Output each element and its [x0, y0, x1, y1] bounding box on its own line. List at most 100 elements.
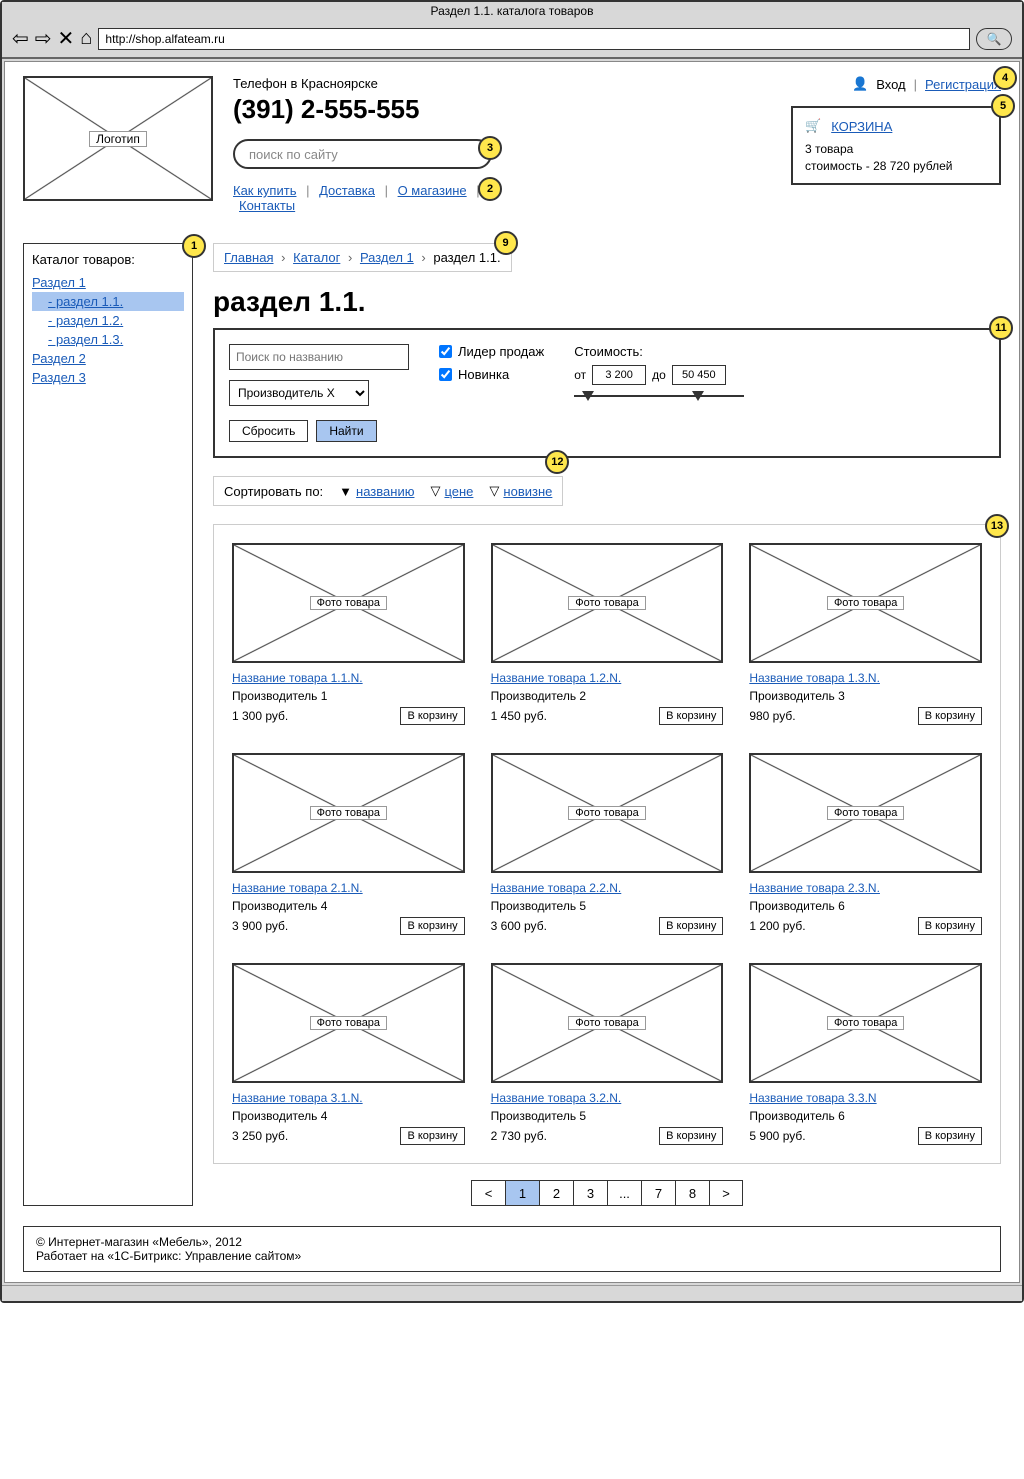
product-card: Фото товараНазвание товара 2.1.N.Произво…: [232, 753, 465, 935]
phone-number: (391) 2-555-555: [233, 94, 492, 125]
sidebar-item[interactable]: Раздел 2: [32, 349, 184, 368]
sidebar-item-link[interactable]: Раздел 3: [32, 370, 86, 385]
sidebar-item[interactable]: - раздел 1.2.: [32, 311, 184, 330]
sidebar-item-link[interactable]: - раздел 1.2.: [48, 313, 123, 328]
nav-divider: |: [914, 77, 917, 92]
product-name-link[interactable]: Название товара 2.3.N.: [749, 881, 982, 895]
product-price: 3 600 руб.: [491, 919, 547, 933]
site-search-input[interactable]: [233, 139, 492, 169]
add-to-cart-button[interactable]: В корзину: [400, 1127, 464, 1145]
sort-bar: Сортировать по: ▼названию ▽цене ▽новизне: [213, 476, 563, 506]
product-name-link[interactable]: Название товара 3.2.N.: [491, 1091, 724, 1105]
breadcrumb-catalog[interactable]: Каталог: [293, 250, 340, 265]
nav-delivery[interactable]: Доставка: [319, 183, 375, 198]
url-input[interactable]: [98, 28, 970, 50]
stop-icon[interactable]: ✕: [58, 26, 75, 51]
product-name-link[interactable]: Название товара 2.1.N.: [232, 881, 465, 895]
nav-how-to-buy[interactable]: Как купить: [233, 183, 296, 198]
filter-name-input[interactable]: [229, 344, 409, 370]
cart-icon: 🛒: [805, 118, 821, 134]
pagination-page[interactable]: 1: [505, 1180, 539, 1206]
add-to-cart-button[interactable]: В корзину: [918, 917, 982, 935]
sidebar-item-link[interactable]: - раздел 1.1.: [48, 294, 123, 309]
pagination-page[interactable]: >: [709, 1180, 743, 1206]
footer: © Интернет-магазин «Мебель», 2012 Работа…: [23, 1226, 1001, 1272]
catalog-sidebar: 1 Каталог товаров: Раздел 1- раздел 1.1.…: [23, 243, 193, 1206]
add-to-cart-button[interactable]: В корзину: [659, 917, 723, 935]
cart-box[interactable]: 🛒 КОРЗИНА 3 товара стоимость - 28 720 ру…: [791, 106, 1001, 185]
forward-icon[interactable]: ⇨: [35, 26, 52, 51]
sidebar-item[interactable]: - раздел 1.3.: [32, 330, 184, 349]
pagination-page[interactable]: 3: [573, 1180, 607, 1206]
slider-handle-min[interactable]: [582, 391, 594, 401]
product-image-placeholder[interactable]: Фото товара: [749, 543, 982, 663]
filter-cost-label: Стоимость:: [574, 344, 744, 359]
sidebar-item[interactable]: - раздел 1.1.: [32, 292, 184, 311]
pagination-page[interactable]: 7: [641, 1180, 675, 1206]
product-image-placeholder[interactable]: Фото товара: [232, 753, 465, 873]
add-to-cart-button[interactable]: В корзину: [918, 707, 982, 725]
nav-contacts[interactable]: Контакты: [239, 198, 295, 213]
header-nav: Как купить | Доставка | О магазине | Кон…: [233, 183, 492, 213]
sidebar-item-link[interactable]: Раздел 2: [32, 351, 86, 366]
pagination-page[interactable]: <: [471, 1180, 505, 1206]
sort-by-new[interactable]: новизне: [503, 484, 552, 499]
breadcrumb-section1[interactable]: Раздел 1: [360, 250, 414, 265]
sidebar-item-link[interactable]: - раздел 1.3.: [48, 332, 123, 347]
sort-by-name[interactable]: названию: [356, 484, 414, 499]
add-to-cart-button[interactable]: В корзину: [400, 707, 464, 725]
filter-cost-to-input[interactable]: [672, 365, 726, 385]
product-name-link[interactable]: Название товара 3.1.N.: [232, 1091, 465, 1105]
product-image-placeholder[interactable]: Фото товара: [232, 543, 465, 663]
pagination-page[interactable]: ...: [607, 1180, 641, 1206]
product-name-link[interactable]: Название товара 2.2.N.: [491, 881, 724, 895]
register-link[interactable]: Регистрация: [925, 77, 1001, 92]
back-icon[interactable]: ⇦: [12, 26, 29, 51]
product-image-placeholder[interactable]: Фото товара: [749, 753, 982, 873]
browser-search-icon[interactable]: 🔍: [976, 28, 1012, 50]
sort-name-icon: ▼: [339, 484, 352, 499]
pagination-page[interactable]: 8: [675, 1180, 709, 1206]
add-to-cart-button[interactable]: В корзину: [659, 707, 723, 725]
product-image-label: Фото товара: [568, 596, 645, 610]
browser-title: Раздел 1.1. каталога товаров: [2, 2, 1022, 20]
phone-city-label: Телефон в Красноярске: [233, 76, 492, 91]
product-name-link[interactable]: Название товара 3.3.N: [749, 1091, 982, 1105]
add-to-cart-button[interactable]: В корзину: [918, 1127, 982, 1145]
price-range-slider[interactable]: [574, 395, 744, 397]
product-name-link[interactable]: Название товара 1.1.N.: [232, 671, 465, 685]
sidebar-item[interactable]: Раздел 1: [32, 273, 184, 292]
product-brand: Производитель 6: [749, 1109, 982, 1123]
sort-by-price[interactable]: цене: [444, 484, 473, 499]
product-name-link[interactable]: Название товара 1.3.N.: [749, 671, 982, 685]
cart-title-link[interactable]: КОРЗИНА: [831, 119, 892, 134]
filter-leader-checkbox[interactable]: [439, 345, 452, 358]
product-image-placeholder[interactable]: Фото товара: [749, 963, 982, 1083]
product-image-placeholder[interactable]: Фото товара: [491, 753, 724, 873]
add-to-cart-button[interactable]: В корзину: [659, 1127, 723, 1145]
login-link[interactable]: Вход: [876, 77, 905, 92]
annotation-12: 12: [545, 450, 569, 474]
add-to-cart-button[interactable]: В корзину: [400, 917, 464, 935]
slider-handle-max[interactable]: [692, 391, 704, 401]
catalog-sidebar-title: Каталог товаров:: [32, 252, 184, 267]
filter-reset-button[interactable]: Сбросить: [229, 420, 308, 442]
product-image-placeholder[interactable]: Фото товара: [491, 543, 724, 663]
product-price: 3 900 руб.: [232, 919, 288, 933]
logo-placeholder[interactable]: Логотип: [23, 76, 213, 201]
product-image-placeholder[interactable]: Фото товара: [491, 963, 724, 1083]
sidebar-item[interactable]: Раздел 3: [32, 368, 184, 387]
sidebar-item-link[interactable]: Раздел 1: [32, 275, 86, 290]
pagination-page[interactable]: 2: [539, 1180, 573, 1206]
filter-submit-button[interactable]: Найти: [316, 420, 376, 442]
annotation-4: 4: [993, 66, 1017, 90]
filter-new-checkbox[interactable]: [439, 368, 452, 381]
filter-cost-from-input[interactable]: [592, 365, 646, 385]
product-name-link[interactable]: Название товара 1.2.N.: [491, 671, 724, 685]
filter-brand-select[interactable]: Производитель X: [229, 380, 369, 406]
breadcrumb-home[interactable]: Главная: [224, 250, 273, 265]
annotation-9: 9: [494, 231, 518, 255]
home-icon[interactable]: ⌂: [80, 27, 92, 50]
product-image-placeholder[interactable]: Фото товара: [232, 963, 465, 1083]
nav-about[interactable]: О магазине: [398, 183, 467, 198]
